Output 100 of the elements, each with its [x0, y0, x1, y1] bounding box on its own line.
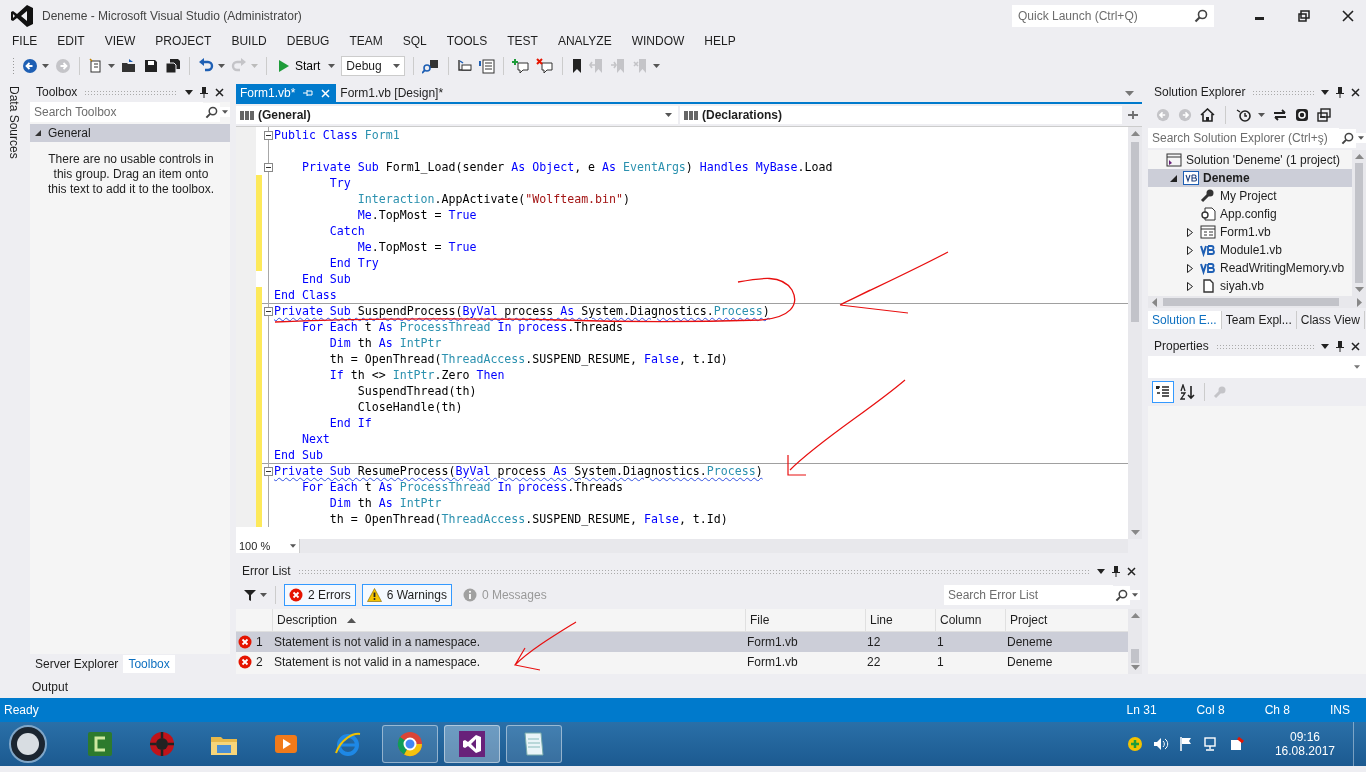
- expander-icon[interactable]: [1187, 245, 1193, 255]
- flag-icon[interactable]: [1178, 736, 1193, 752]
- menu-item[interactable]: PROJECT: [149, 34, 218, 48]
- menu-item[interactable]: TEST: [501, 34, 544, 48]
- error-row[interactable]: 2 Statement is not valid in a namespace. Form1.vb 22 1 Deneme: [236, 652, 1128, 672]
- caret-icon[interactable]: [260, 593, 267, 597]
- history-icon[interactable]: [1236, 108, 1252, 122]
- close-icon[interactable]: [1351, 341, 1360, 351]
- caret-icon[interactable]: [328, 64, 336, 68]
- open-folder-icon[interactable]: [121, 58, 137, 74]
- menu-item[interactable]: EDIT: [51, 34, 91, 48]
- panel-tab[interactable]: Team Expl...: [1221, 311, 1297, 329]
- horizontal-scrollbar[interactable]: [300, 539, 1128, 553]
- menu-item[interactable]: BUILD: [225, 34, 273, 48]
- power-icon[interactable]: [1228, 736, 1245, 752]
- navigation-dropdown[interactable]: (General): [236, 106, 678, 124]
- caret-icon[interactable]: [1356, 133, 1366, 143]
- pin-icon[interactable]: [200, 86, 208, 98]
- search-field[interactable]: Search Toolbox: [30, 102, 203, 122]
- find-icon[interactable]: [422, 58, 441, 74]
- close-icon[interactable]: [1351, 87, 1360, 97]
- tree-item[interactable]: Form1.vb: [1148, 223, 1352, 241]
- menu-item[interactable]: SQL: [396, 34, 433, 48]
- menu-item[interactable]: HELP: [698, 34, 742, 48]
- save-all-icon[interactable]: [165, 58, 181, 74]
- list-icon[interactable]: [479, 58, 496, 74]
- panel-tab[interactable]: Toolbox: [123, 655, 175, 673]
- back-icon[interactable]: [22, 58, 38, 74]
- plus-icon[interactable]: [1126, 736, 1143, 752]
- menu-item[interactable]: WINDOW: [625, 34, 691, 48]
- tree-item[interactable]: App.config: [1148, 205, 1352, 223]
- undo-icon[interactable]: [198, 58, 214, 74]
- close-icon[interactable]: [215, 87, 224, 97]
- add-comment-icon[interactable]: [512, 58, 531, 74]
- caret-icon[interactable]: [1130, 590, 1140, 600]
- scroll-thumb[interactable]: [1163, 298, 1339, 306]
- taskbar-button[interactable]: [506, 725, 562, 763]
- panel-tab[interactable]: Class View: [1296, 311, 1365, 329]
- expander-icon[interactable]: [1169, 174, 1177, 182]
- scrollbar[interactable]: [1128, 127, 1142, 539]
- pin-icon[interactable]: [1336, 340, 1344, 352]
- dropdown-icon[interactable]: [1321, 89, 1329, 95]
- scroll-thumb[interactable]: [1131, 142, 1139, 322]
- filter-toggle[interactable]: 2 Errors: [284, 584, 356, 606]
- scroll-left-icon[interactable]: [1152, 297, 1157, 307]
- pin-icon[interactable]: [1112, 565, 1120, 577]
- scrollbar[interactable]: [1352, 150, 1366, 296]
- scroll-up-icon[interactable]: [1130, 613, 1140, 618]
- menu-item[interactable]: ANALYZE: [551, 34, 618, 48]
- scroll-thumb[interactable]: [1355, 163, 1363, 283]
- expander-icon[interactable]: [1187, 281, 1193, 291]
- column-header[interactable]: Description: [272, 609, 745, 631]
- tree-item[interactable]: ReadWritingMemory.vb: [1148, 259, 1352, 277]
- home-icon[interactable]: [1200, 108, 1215, 122]
- search-icon[interactable]: [1192, 5, 1214, 27]
- remove-comment-icon[interactable]: [536, 58, 555, 74]
- caret-icon[interactable]: [108, 64, 115, 68]
- toolbox-group[interactable]: General: [30, 124, 230, 142]
- tree-item[interactable]: My Project: [1148, 187, 1352, 205]
- horizontal-scrollbar[interactable]: [1148, 296, 1366, 308]
- search-field[interactable]: Search Solution Explorer (Ctrl+ş): [1148, 128, 1339, 148]
- menu-item[interactable]: DEBUG: [280, 34, 336, 48]
- tree-item[interactable]: siyah.vb: [1148, 277, 1352, 295]
- restore-icon[interactable]: [1298, 10, 1310, 22]
- refresh-icon[interactable]: [1295, 108, 1309, 122]
- menu-item[interactable]: VIEW: [98, 34, 142, 48]
- expander-icon[interactable]: [1187, 227, 1193, 237]
- filter-toggle[interactable]: 6 Warnings: [361, 584, 452, 606]
- clock[interactable]: 09:16 16.08.2017: [1274, 730, 1335, 758]
- zoom-dropdown[interactable]: 100 %: [236, 539, 301, 553]
- scroll-down-icon[interactable]: [1130, 665, 1140, 670]
- indent-icon[interactable]: [457, 58, 474, 74]
- search-field[interactable]: Search Error List: [944, 585, 1113, 605]
- bookmark-icon[interactable]: [571, 58, 584, 74]
- close-icon[interactable]: [1127, 566, 1136, 576]
- scroll-up-icon[interactable]: [1130, 131, 1140, 136]
- quick-launch-field[interactable]: Quick Launch (Ctrl+Q): [1012, 5, 1192, 27]
- caret-icon[interactable]: [42, 64, 49, 68]
- scrollbar[interactable]: [1128, 609, 1142, 674]
- split-icon[interactable]: [1128, 110, 1138, 120]
- tree-item[interactable]: Solution 'Deneme' (1 project): [1148, 151, 1352, 169]
- output-tab[interactable]: Output: [30, 680, 71, 694]
- start-button[interactable]: Start: [275, 57, 325, 75]
- scroll-right-icon[interactable]: [1357, 297, 1362, 307]
- start-button[interactable]: [6, 724, 50, 764]
- caret-icon[interactable]: [218, 64, 225, 68]
- navigation-dropdown[interactable]: (Declarations): [680, 106, 1122, 124]
- categorized-icon[interactable]: [1152, 381, 1174, 403]
- dropdown-icon[interactable]: [1097, 568, 1105, 574]
- error-row[interactable]: 1 Statement is not valid in a namespace. Form1.vb 12 1 Deneme: [236, 632, 1128, 652]
- monitor-icon[interactable]: [1202, 736, 1219, 752]
- search-icon[interactable]: [1339, 128, 1356, 148]
- tree-item[interactable]: Deneme: [1148, 169, 1352, 187]
- search-icon[interactable]: [1113, 585, 1130, 605]
- search-icon[interactable]: [203, 102, 220, 122]
- filter-icon[interactable]: [244, 589, 256, 601]
- dropdown-icon[interactable]: [185, 89, 193, 95]
- collapse-all-icon[interactable]: [1317, 108, 1331, 122]
- sync-icon[interactable]: [1273, 108, 1287, 122]
- tree-item[interactable]: Module1.vb: [1148, 241, 1352, 259]
